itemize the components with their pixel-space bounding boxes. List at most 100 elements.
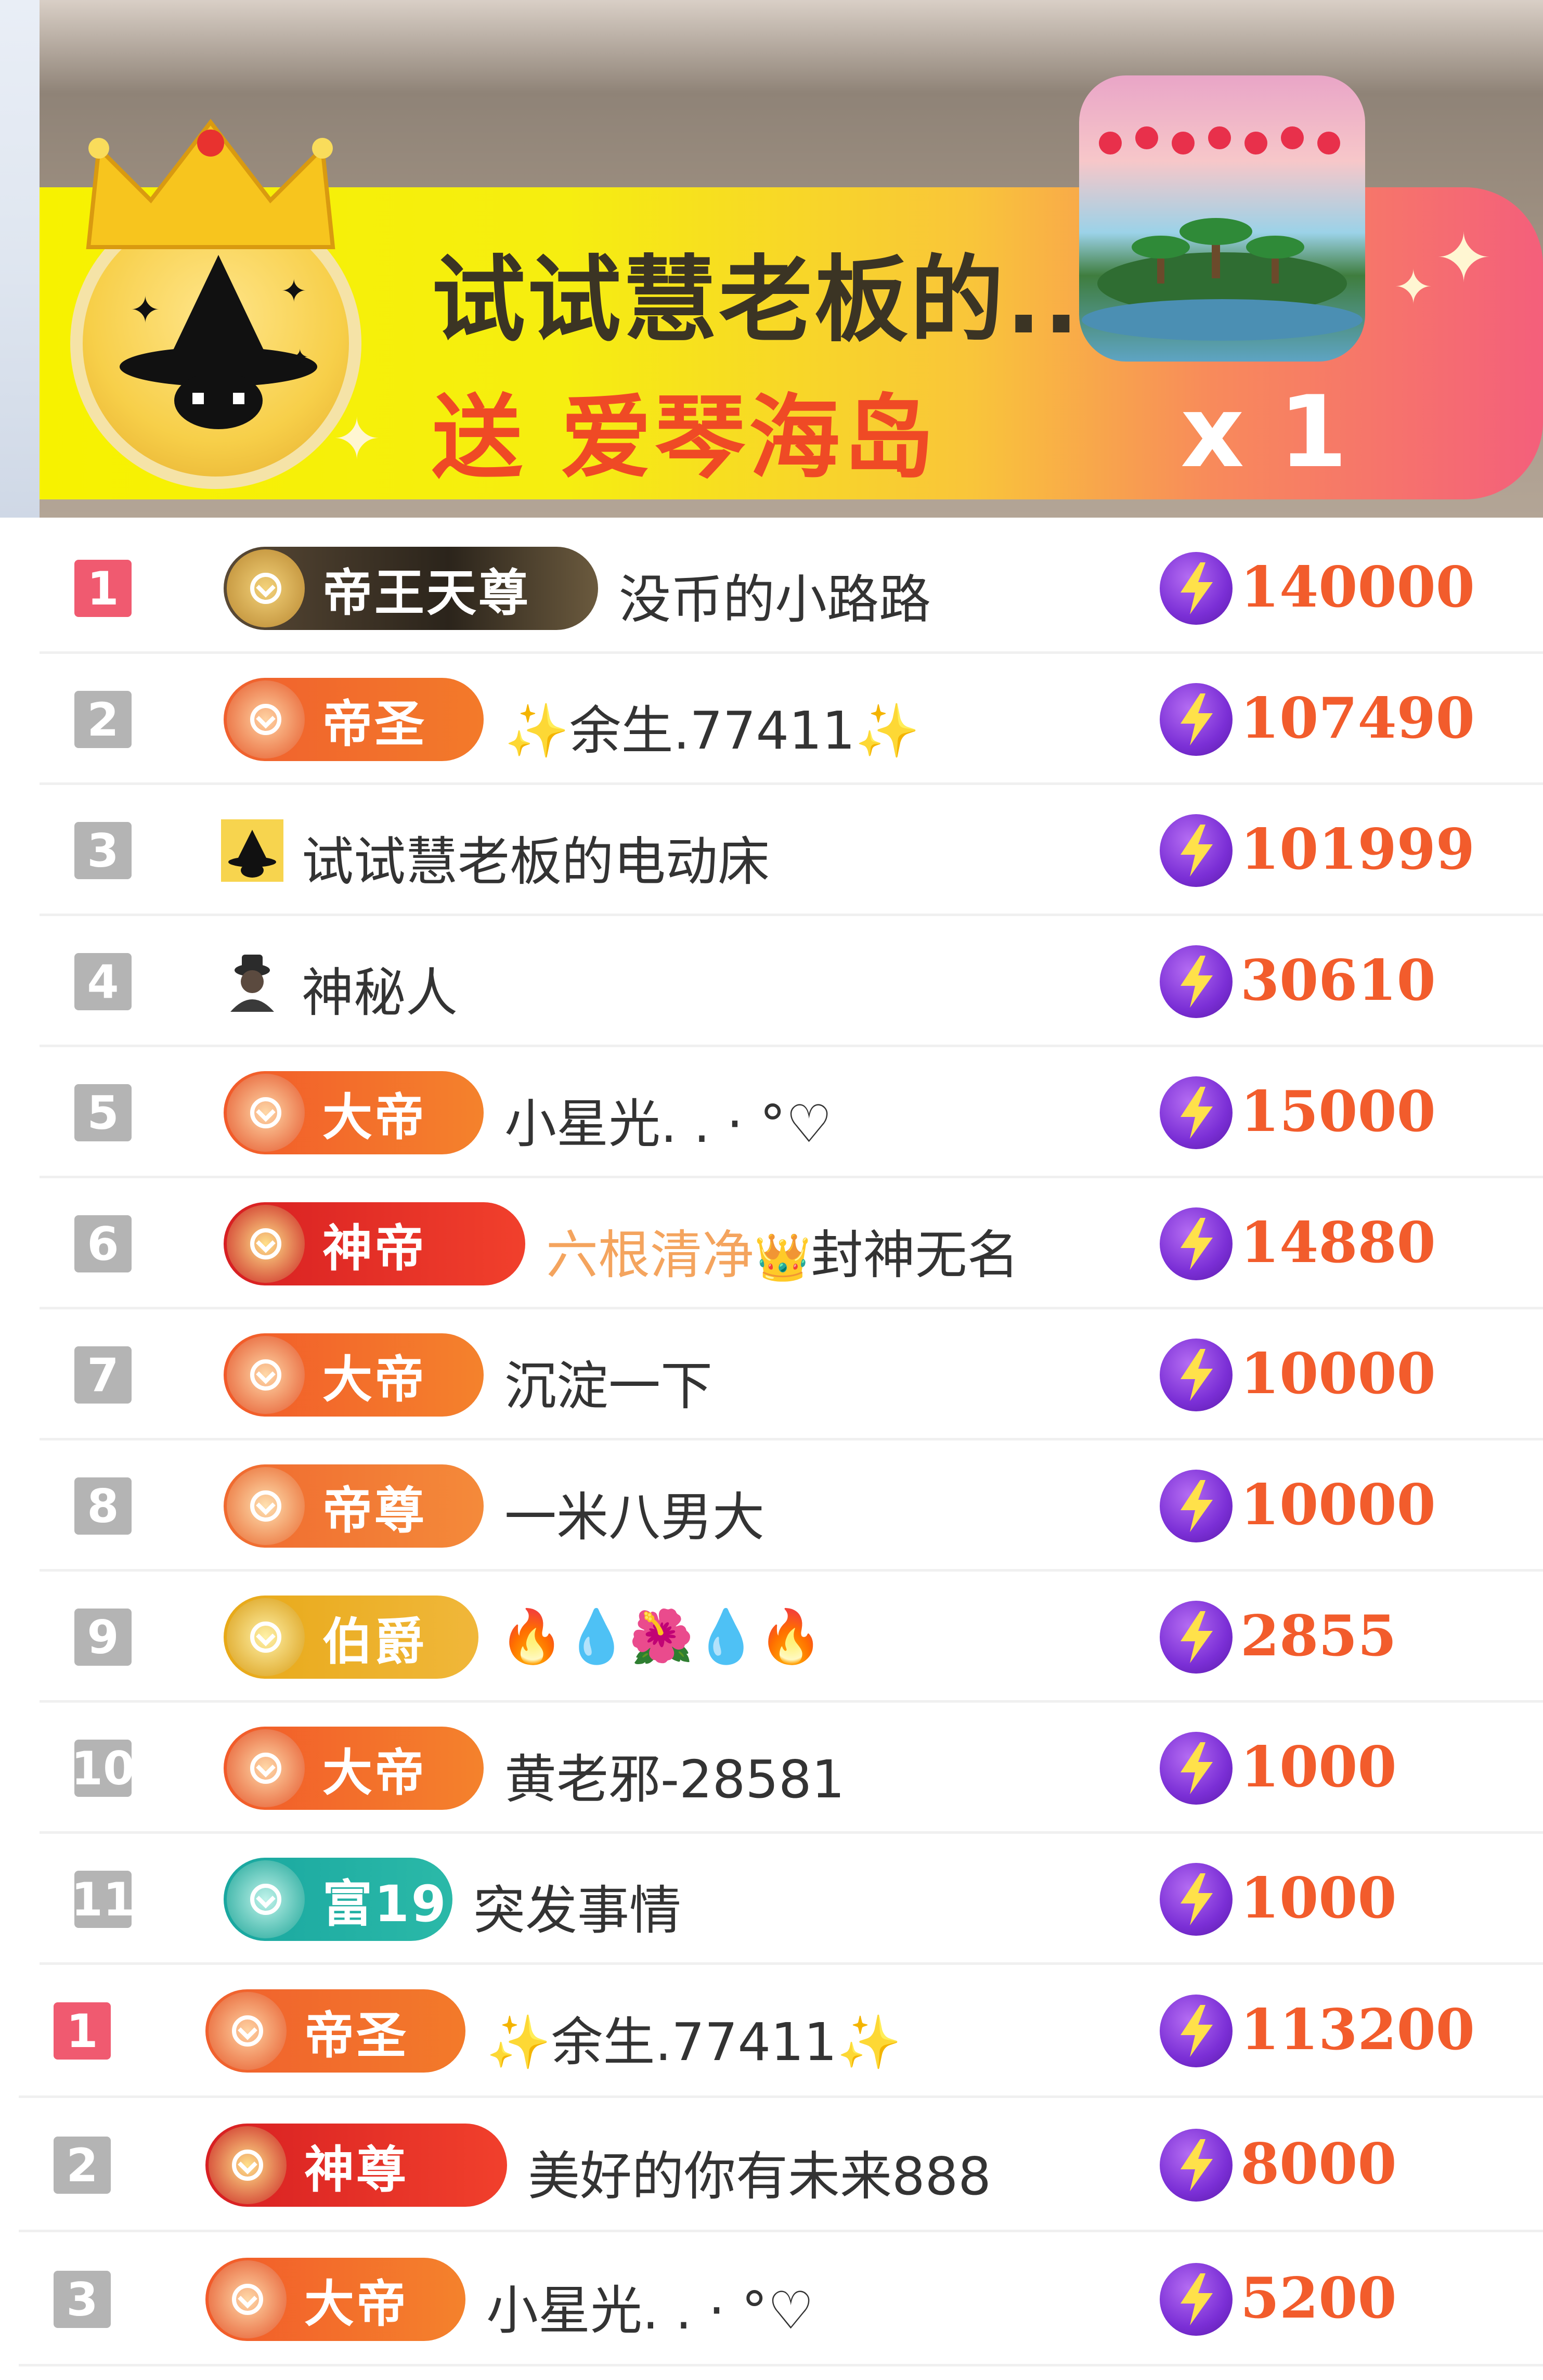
user-name[interactable]: 沉淀一下: [504, 1344, 712, 1419]
rank-number: 5: [74, 1084, 132, 1141]
sparkle-icon: ✦: [1435, 218, 1492, 298]
level-badge: 帝圣: [224, 678, 484, 761]
ranking-row[interactable]: 8 帝尊 一米八男大 10000: [40, 1440, 1543, 1572]
user-name[interactable]: 六根清净👑封神无名: [546, 1213, 1019, 1288]
user-name[interactable]: 黄老邪-28581: [504, 1737, 845, 1812]
rank-number: 4: [74, 953, 132, 1010]
level-badge: 神尊: [205, 2124, 507, 2207]
ranking-row[interactable]: 5 大帝 小星光. . · °♡ 15000: [40, 1047, 1543, 1178]
lightning-coin-icon: [1160, 683, 1233, 756]
rank-number: 3: [74, 822, 132, 879]
banner-sender-name: 试试慧老板的...: [432, 246, 1119, 355]
badge-label: 帝圣: [304, 2006, 408, 2065]
level-badge: 大帝: [224, 1333, 484, 1417]
lightning-coin-icon: [1160, 1339, 1233, 1411]
level-badge: 伯爵: [224, 1596, 478, 1679]
ranking-row[interactable]: 3 试试慧老板的电动床 101999: [40, 785, 1543, 916]
user-name[interactable]: 神秘人: [302, 950, 458, 1026]
level-badge: 富19: [224, 1858, 452, 1941]
badge-label: 大帝: [322, 1350, 426, 1409]
level-badge: 神帝: [224, 1202, 525, 1285]
contribution-score: 101999: [1240, 817, 1475, 882]
badge-emblem-icon: [227, 549, 305, 627]
user-name[interactable]: 突发事情: [473, 1868, 681, 1944]
mystery-avatar-icon: [221, 950, 283, 1013]
ranking-row[interactable]: 2 帝圣 ✨余生.77411✨ 107490: [40, 654, 1543, 785]
rank-number: 2: [54, 2137, 111, 2194]
badge-emblem-icon: [227, 1729, 305, 1807]
ranking-row[interactable]: 2 神尊 美好的你有未来888 8000: [19, 2098, 1543, 2232]
user-name[interactable]: ✨余生.77411✨: [504, 688, 920, 764]
contribution-score: 140000: [1240, 555, 1475, 620]
rank-number: 10: [71, 1740, 135, 1797]
ranking-row[interactable]: 6 神帝 六根清净👑封神无名 14880: [40, 1178, 1543, 1309]
ranking-row[interactable]: 7 大帝 沉淀一下 10000: [40, 1309, 1543, 1440]
level-badge: 帝尊: [224, 1464, 484, 1548]
user-name-part: 六根清净: [546, 1225, 754, 1285]
ranking-row[interactable]: 3 大帝 小星光. . · °♡ 5200: [19, 2232, 1543, 2366]
lightning-coin-icon: [1160, 814, 1233, 887]
ranking-row[interactable]: 1 帝王天尊 没币的小路路 140000: [40, 523, 1543, 654]
rank-number: 6: [74, 1215, 132, 1272]
contribution-score: 107490: [1240, 686, 1475, 751]
ranking-row[interactable]: 1 帝圣 ✨余生.77411✨ 113200: [19, 1964, 1543, 2098]
gift-count: x 1: [1181, 375, 1347, 490]
lightning-coin-icon: [1160, 1207, 1233, 1280]
svg-text:✦: ✦: [291, 345, 309, 369]
lightning-coin-icon: [1160, 1601, 1233, 1674]
rank-number: 3: [54, 2271, 111, 2328]
sparkle-icon: ✦: [1394, 260, 1433, 315]
lightning-coin-icon: [1160, 1732, 1233, 1805]
user-name[interactable]: 小星光. . · °♡: [486, 2268, 814, 2344]
lightning-coin-icon: [1160, 2263, 1233, 2336]
contribution-score: 1000: [1240, 1734, 1397, 1800]
svg-text:✦: ✦: [281, 273, 307, 310]
rank-number: 2: [74, 691, 132, 748]
badge-emblem-icon: [227, 680, 305, 758]
user-name[interactable]: ✨余生.77411✨: [486, 2000, 902, 2075]
banner-edge: [0, 0, 40, 518]
badge-label: 神尊: [304, 2140, 408, 2199]
contribution-score: 10000: [1240, 1472, 1436, 1538]
badge-emblem-icon: [227, 1336, 305, 1414]
badge-label: 帝圣: [322, 694, 426, 753]
badge-emblem-icon: [227, 1860, 305, 1938]
user-name-part: 封神无名: [811, 1225, 1019, 1285]
user-name[interactable]: 没币的小路路: [619, 557, 931, 633]
sparkle-icon: ✦: [333, 406, 381, 472]
rank-number: 1: [54, 2002, 111, 2060]
lightning-coin-icon: [1160, 1470, 1233, 1542]
wizard-hat-icon: ✦ ✦ ✦: [120, 255, 317, 429]
badge-label: 大帝: [322, 1743, 426, 1802]
user-name[interactable]: 一米八男大: [504, 1475, 764, 1550]
user-name[interactable]: 美好的你有未来888: [528, 2134, 991, 2209]
lightning-coin-icon: [1160, 552, 1233, 625]
rank-number: 9: [74, 1609, 132, 1666]
ranking-row[interactable]: 10 大帝 黄老邪-28581 1000: [40, 1703, 1543, 1834]
contribution-score: 14880: [1240, 1210, 1436, 1276]
rank-number: 1: [74, 560, 132, 617]
badge-emblem-icon: [209, 1992, 287, 2070]
badge-emblem-icon: [227, 1205, 305, 1283]
badge-emblem-icon: [227, 1598, 305, 1676]
contribution-score: 5200: [1240, 2266, 1397, 2331]
user-name[interactable]: 🔥💧🌺💧🔥: [499, 1606, 823, 1667]
badge-label: 大帝: [322, 1088, 426, 1147]
ranking-row[interactable]: 11 富19 突发事情 1000: [40, 1834, 1543, 1965]
ranking-row[interactable]: 9 伯爵 🔥💧🌺💧🔥 2855: [40, 1572, 1543, 1703]
lightning-coin-icon: [1160, 1076, 1233, 1149]
contribution-score: 1000: [1240, 1866, 1397, 1931]
lightning-coin-icon: [1160, 1863, 1233, 1936]
badge-emblem-icon: [227, 1074, 305, 1152]
user-name[interactable]: 试试慧老板的电动床: [302, 819, 770, 895]
svg-text:✦: ✦: [130, 289, 161, 331]
level-badge: 大帝: [205, 2258, 465, 2341]
user-name[interactable]: 小星光. . · °♡: [504, 1082, 832, 1157]
ranking-row[interactable]: 4 神秘人 30610: [40, 916, 1543, 1047]
contribution-score: 30610: [1240, 948, 1436, 1013]
lightning-coin-icon: [1160, 1995, 1233, 2067]
level-badge: 大帝: [224, 1071, 484, 1154]
rank-number: 7: [74, 1346, 132, 1404]
gift-island-icon: [1079, 75, 1365, 362]
contribution-score: 15000: [1240, 1079, 1436, 1144]
